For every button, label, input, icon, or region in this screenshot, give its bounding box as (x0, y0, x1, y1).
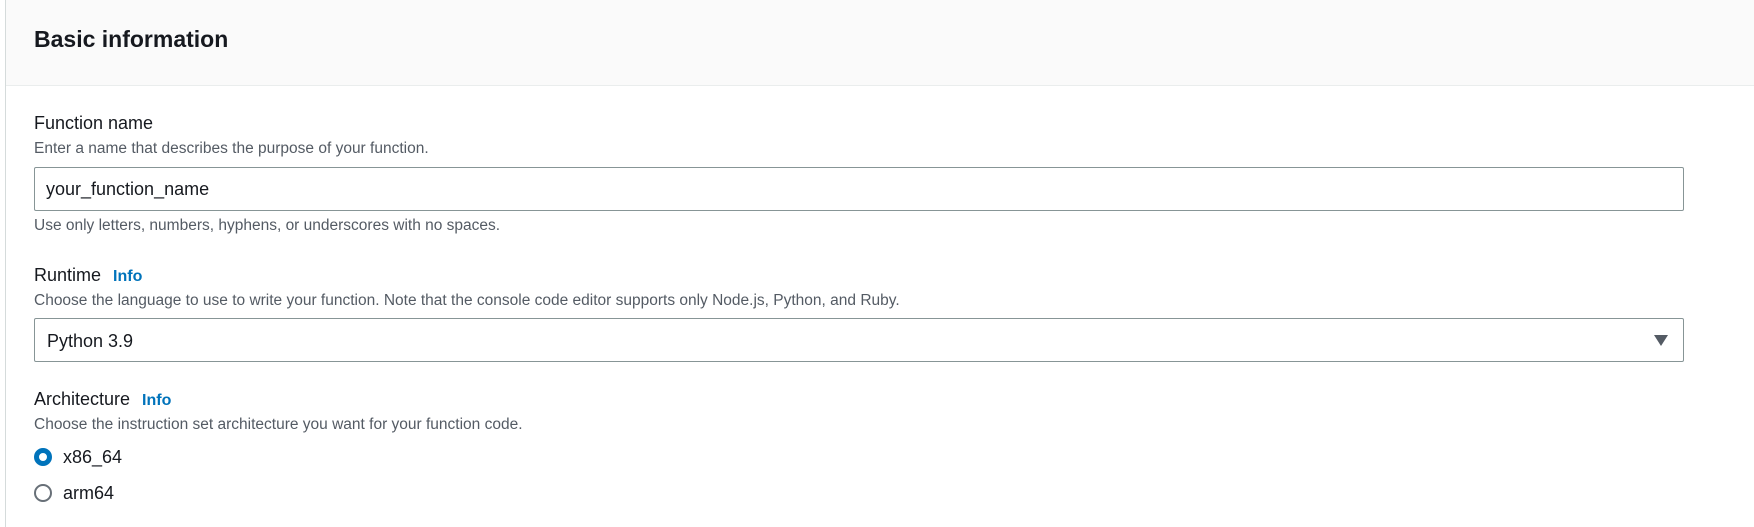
architecture-option-x86-64[interactable]: x86_64 (34, 445, 122, 469)
architecture-description: Choose the instruction set architecture … (34, 416, 523, 433)
architecture-label: Architecture (34, 389, 131, 409)
function-name-description: Enter a name that describes the purpose … (34, 140, 429, 157)
runtime-select[interactable]: Python 3.9 (34, 318, 1684, 362)
runtime-description: Choose the language to use to write your… (34, 292, 900, 309)
runtime-info-link[interactable]: Info (113, 268, 142, 285)
architecture-info-link[interactable]: Info (142, 392, 171, 409)
basic-information-panel: Basic information Function name Enter a … (5, 0, 1754, 527)
function-name-constraint: Use only letters, numbers, hyphens, or u… (34, 217, 501, 234)
function-name-label: Function name (34, 113, 154, 133)
radio-x86-64[interactable] (34, 448, 52, 466)
caret-down-icon (1654, 335, 1668, 346)
runtime-selected-value: Python 3.9 (47, 331, 134, 351)
architecture-label-row: Architecture Info (34, 388, 171, 412)
architecture-option-arm64[interactable]: arm64 (34, 481, 114, 505)
runtime-label-row: Runtime Info (34, 264, 142, 288)
panel-header: Basic information (6, 0, 1754, 86)
radio-label-arm64: arm64 (63, 483, 115, 503)
runtime-label: Runtime (34, 265, 102, 285)
radio-arm64[interactable] (34, 484, 52, 502)
function-name-input[interactable] (34, 167, 1684, 211)
radio-label-x86-64: x86_64 (63, 447, 123, 467)
panel-title: Basic information (34, 26, 229, 52)
